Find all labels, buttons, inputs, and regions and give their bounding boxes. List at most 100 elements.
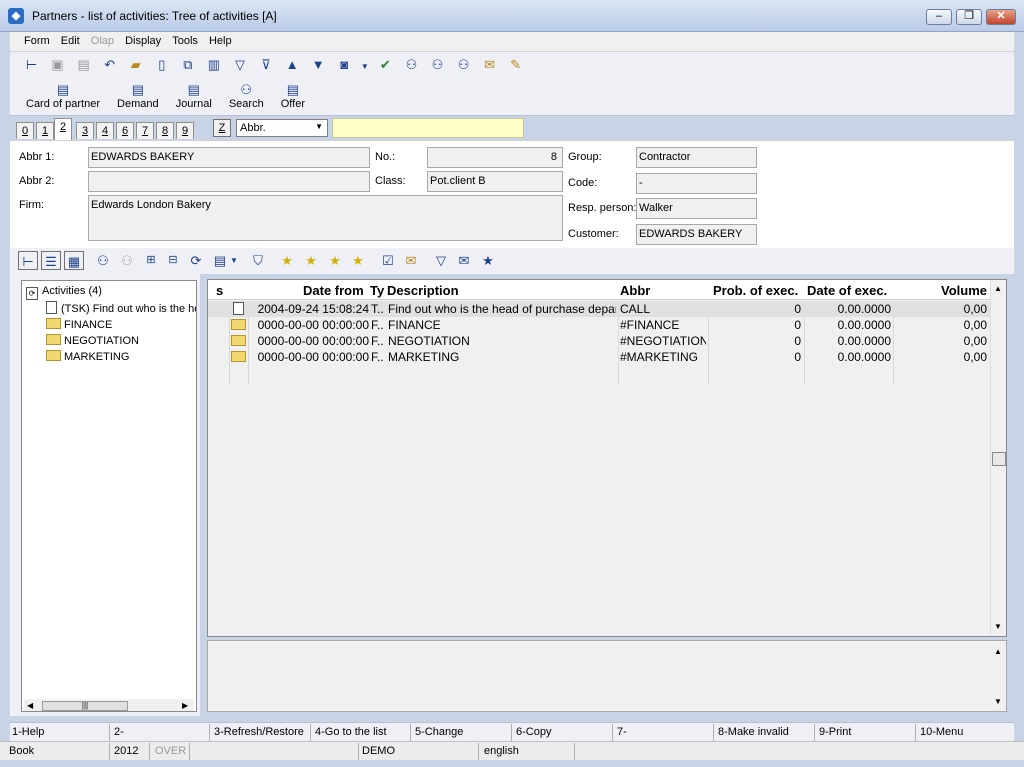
arrow-up-icon[interactable]: ▲ xyxy=(283,55,302,74)
copy-icon[interactable]: ⧉ xyxy=(178,55,197,74)
tree-node-marketing[interactable]: MARKETING xyxy=(46,350,129,363)
minimize-button[interactable]: – xyxy=(926,9,952,25)
table-row[interactable]: 0000-00-00 00:00:00 F.. MARKETING #MARKE… xyxy=(208,349,990,365)
filter-star-icon[interactable]: ★ xyxy=(478,251,498,270)
menu-edit[interactable]: Edit xyxy=(57,32,84,47)
col-abbr[interactable]: Abbr xyxy=(620,283,650,298)
tab-0[interactable]: 0 xyxy=(16,122,34,139)
tab-6[interactable]: 6 xyxy=(116,122,134,139)
dropdown-arrow-icon[interactable]: ▼ xyxy=(361,57,369,76)
firm-field[interactable]: Edwards London Bakery xyxy=(88,195,563,241)
scroll-down-icon[interactable]: ▼ xyxy=(994,622,1002,631)
col-description[interactable]: Description xyxy=(387,283,459,298)
activity-tree[interactable]: ⟳ Activities (4) (TSK) Find out who is th… xyxy=(21,280,197,712)
grid-vertical-scrollbar[interactable]: ▲ ▼ xyxy=(990,280,1006,636)
quick-search-input[interactable] xyxy=(332,118,524,138)
envelope-icon[interactable]: ✉ xyxy=(401,251,421,270)
filter-document-icon[interactable]: ⊽ xyxy=(257,55,276,74)
scroll-up-icon[interactable]: ▲ xyxy=(994,284,1002,293)
offer-button[interactable]: ▤ Offer xyxy=(281,82,305,110)
binoculars-icon[interactable]: ⚇ xyxy=(402,55,421,74)
camera-icon[interactable]: ◙ xyxy=(335,55,354,74)
binoculars-next-icon[interactable]: ⚇ xyxy=(428,55,447,74)
activity-notes-pane[interactable]: ▲ ▼ xyxy=(207,640,1007,712)
card-of-partner-button[interactable]: ▤ Card of partner xyxy=(26,82,100,110)
col-date-from[interactable]: Date from xyxy=(303,283,364,298)
folder-edit-icon[interactable]: ✎ xyxy=(506,55,525,74)
arrow-down-icon[interactable]: ▼ xyxy=(309,55,328,74)
tree-node-negotiation[interactable]: NEGOTIATION xyxy=(46,334,139,347)
scroll-up-icon[interactable]: ▲ xyxy=(994,647,1002,656)
menu-help[interactable]: Help xyxy=(205,32,236,47)
customer-field[interactable]: EDWARDS BAKERY xyxy=(636,224,757,245)
tab-8[interactable]: 8 xyxy=(156,122,174,139)
code-field[interactable]: - xyxy=(636,173,757,194)
menu-form[interactable]: Form xyxy=(20,32,54,47)
star-copy-icon[interactable]: ★ xyxy=(348,251,368,270)
menu-tools[interactable]: Tools xyxy=(168,32,202,47)
expand-icon[interactable]: ⊞ xyxy=(141,251,161,270)
tree-node-task[interactable]: (TSK) Find out who is the he xyxy=(46,301,196,315)
scroll-right-icon[interactable]: ▶ xyxy=(182,701,188,710)
tab-4[interactable]: 4 xyxy=(96,122,114,139)
search-field-select[interactable]: Abbr. ▼ xyxy=(236,119,328,137)
binoculars-filter-icon[interactable]: ⚇ xyxy=(117,251,137,270)
collapse-icon[interactable]: ⊟ xyxy=(163,251,183,270)
tab-3[interactable]: 3 xyxy=(76,122,94,139)
new-document-icon[interactable]: ▯ xyxy=(152,55,171,74)
f2[interactable]: 2- xyxy=(114,726,124,738)
tab-2[interactable]: 2 xyxy=(54,118,72,140)
f7[interactable]: 7- xyxy=(617,726,627,738)
star-icon[interactable]: ★ xyxy=(277,251,297,270)
f5-change[interactable]: 5-Change xyxy=(415,726,463,738)
dropdown-arrow-icon[interactable]: ▼ xyxy=(228,251,240,270)
shield-icon[interactable]: ⛉ xyxy=(248,251,268,270)
f4-go-to-list[interactable]: 4-Go to the list xyxy=(315,726,387,738)
f9-print[interactable]: 9-Print xyxy=(819,726,851,738)
abbr2-field[interactable] xyxy=(88,171,370,192)
menu-olap[interactable]: Olap xyxy=(87,32,118,47)
document-list-icon[interactable]: ▤ xyxy=(210,251,230,270)
open-folder-icon[interactable]: ▰ xyxy=(126,55,145,74)
f3-refresh[interactable]: 3-Refresh/Restore xyxy=(214,726,304,738)
class-field[interactable]: Pot.client B xyxy=(427,171,563,192)
journal-button[interactable]: ▤ Journal xyxy=(176,82,212,110)
col-date-exec[interactable]: Date of exec. xyxy=(807,283,887,298)
envelope-icon[interactable]: ✉ xyxy=(480,55,499,74)
f6-copy[interactable]: 6-Copy xyxy=(516,726,551,738)
filter-icon[interactable]: ▽ xyxy=(231,55,250,74)
binoculars-prev-icon[interactable]: ⚇ xyxy=(454,55,473,74)
table-row[interactable]: 0000-00-00 00:00:00 F.. NEGOTIATION #NEG… xyxy=(208,333,990,349)
no-field[interactable]: 8 xyxy=(427,147,563,168)
list-view-icon[interactable]: ☰ xyxy=(41,251,61,270)
abbr1-field[interactable]: EDWARDS BAKERY xyxy=(88,147,370,168)
col-volume[interactable]: Volume xyxy=(941,283,987,298)
tree-root[interactable]: ⟳ Activities (4) xyxy=(26,285,102,300)
save-icon[interactable]: ▣ xyxy=(48,55,67,74)
tab-7[interactable]: 7 xyxy=(136,122,154,139)
tree-horizontal-scrollbar[interactable]: ◀ ||| ▶ xyxy=(24,699,194,711)
scroll-down-icon[interactable]: ▼ xyxy=(994,697,1002,706)
tree-view-icon[interactable]: ⊢ xyxy=(22,55,41,74)
clipboard-check-icon[interactable]: ☑ xyxy=(378,251,398,270)
col-s[interactable]: s xyxy=(216,283,223,298)
demand-button[interactable]: ▤ Demand xyxy=(117,82,159,110)
group-field[interactable]: Contractor xyxy=(636,147,757,168)
col-prob-exec[interactable]: Prob. of exec. xyxy=(713,283,798,298)
refresh-document-icon[interactable]: ⟳ xyxy=(186,251,206,270)
menu-display[interactable]: Display xyxy=(121,32,165,47)
undo-icon[interactable]: ↶ xyxy=(100,55,119,74)
tab-1[interactable]: 1 xyxy=(36,122,54,139)
filter-icon[interactable]: ▽ xyxy=(431,251,451,270)
z-button[interactable]: Z xyxy=(213,119,231,137)
table-row[interactable]: 2004-09-24 15:08:24 T.. Find out who is … xyxy=(208,301,990,317)
col-type[interactable]: Ty xyxy=(370,283,384,298)
scroll-thumb[interactable]: ||| xyxy=(42,701,128,711)
search-button[interactable]: ⚇ Search xyxy=(229,82,264,110)
filter-mail-icon[interactable]: ✉ xyxy=(454,251,474,270)
table-row[interactable]: 0000-00-00 00:00:00 F.. FINANCE #FINANCE… xyxy=(208,317,990,333)
f8-make-invalid[interactable]: 8-Make invalid xyxy=(718,726,789,738)
star-add-icon[interactable]: ★ xyxy=(301,251,321,270)
f10-menu[interactable]: 10-Menu xyxy=(920,726,963,738)
save-as-icon[interactable]: ▤ xyxy=(74,55,93,74)
